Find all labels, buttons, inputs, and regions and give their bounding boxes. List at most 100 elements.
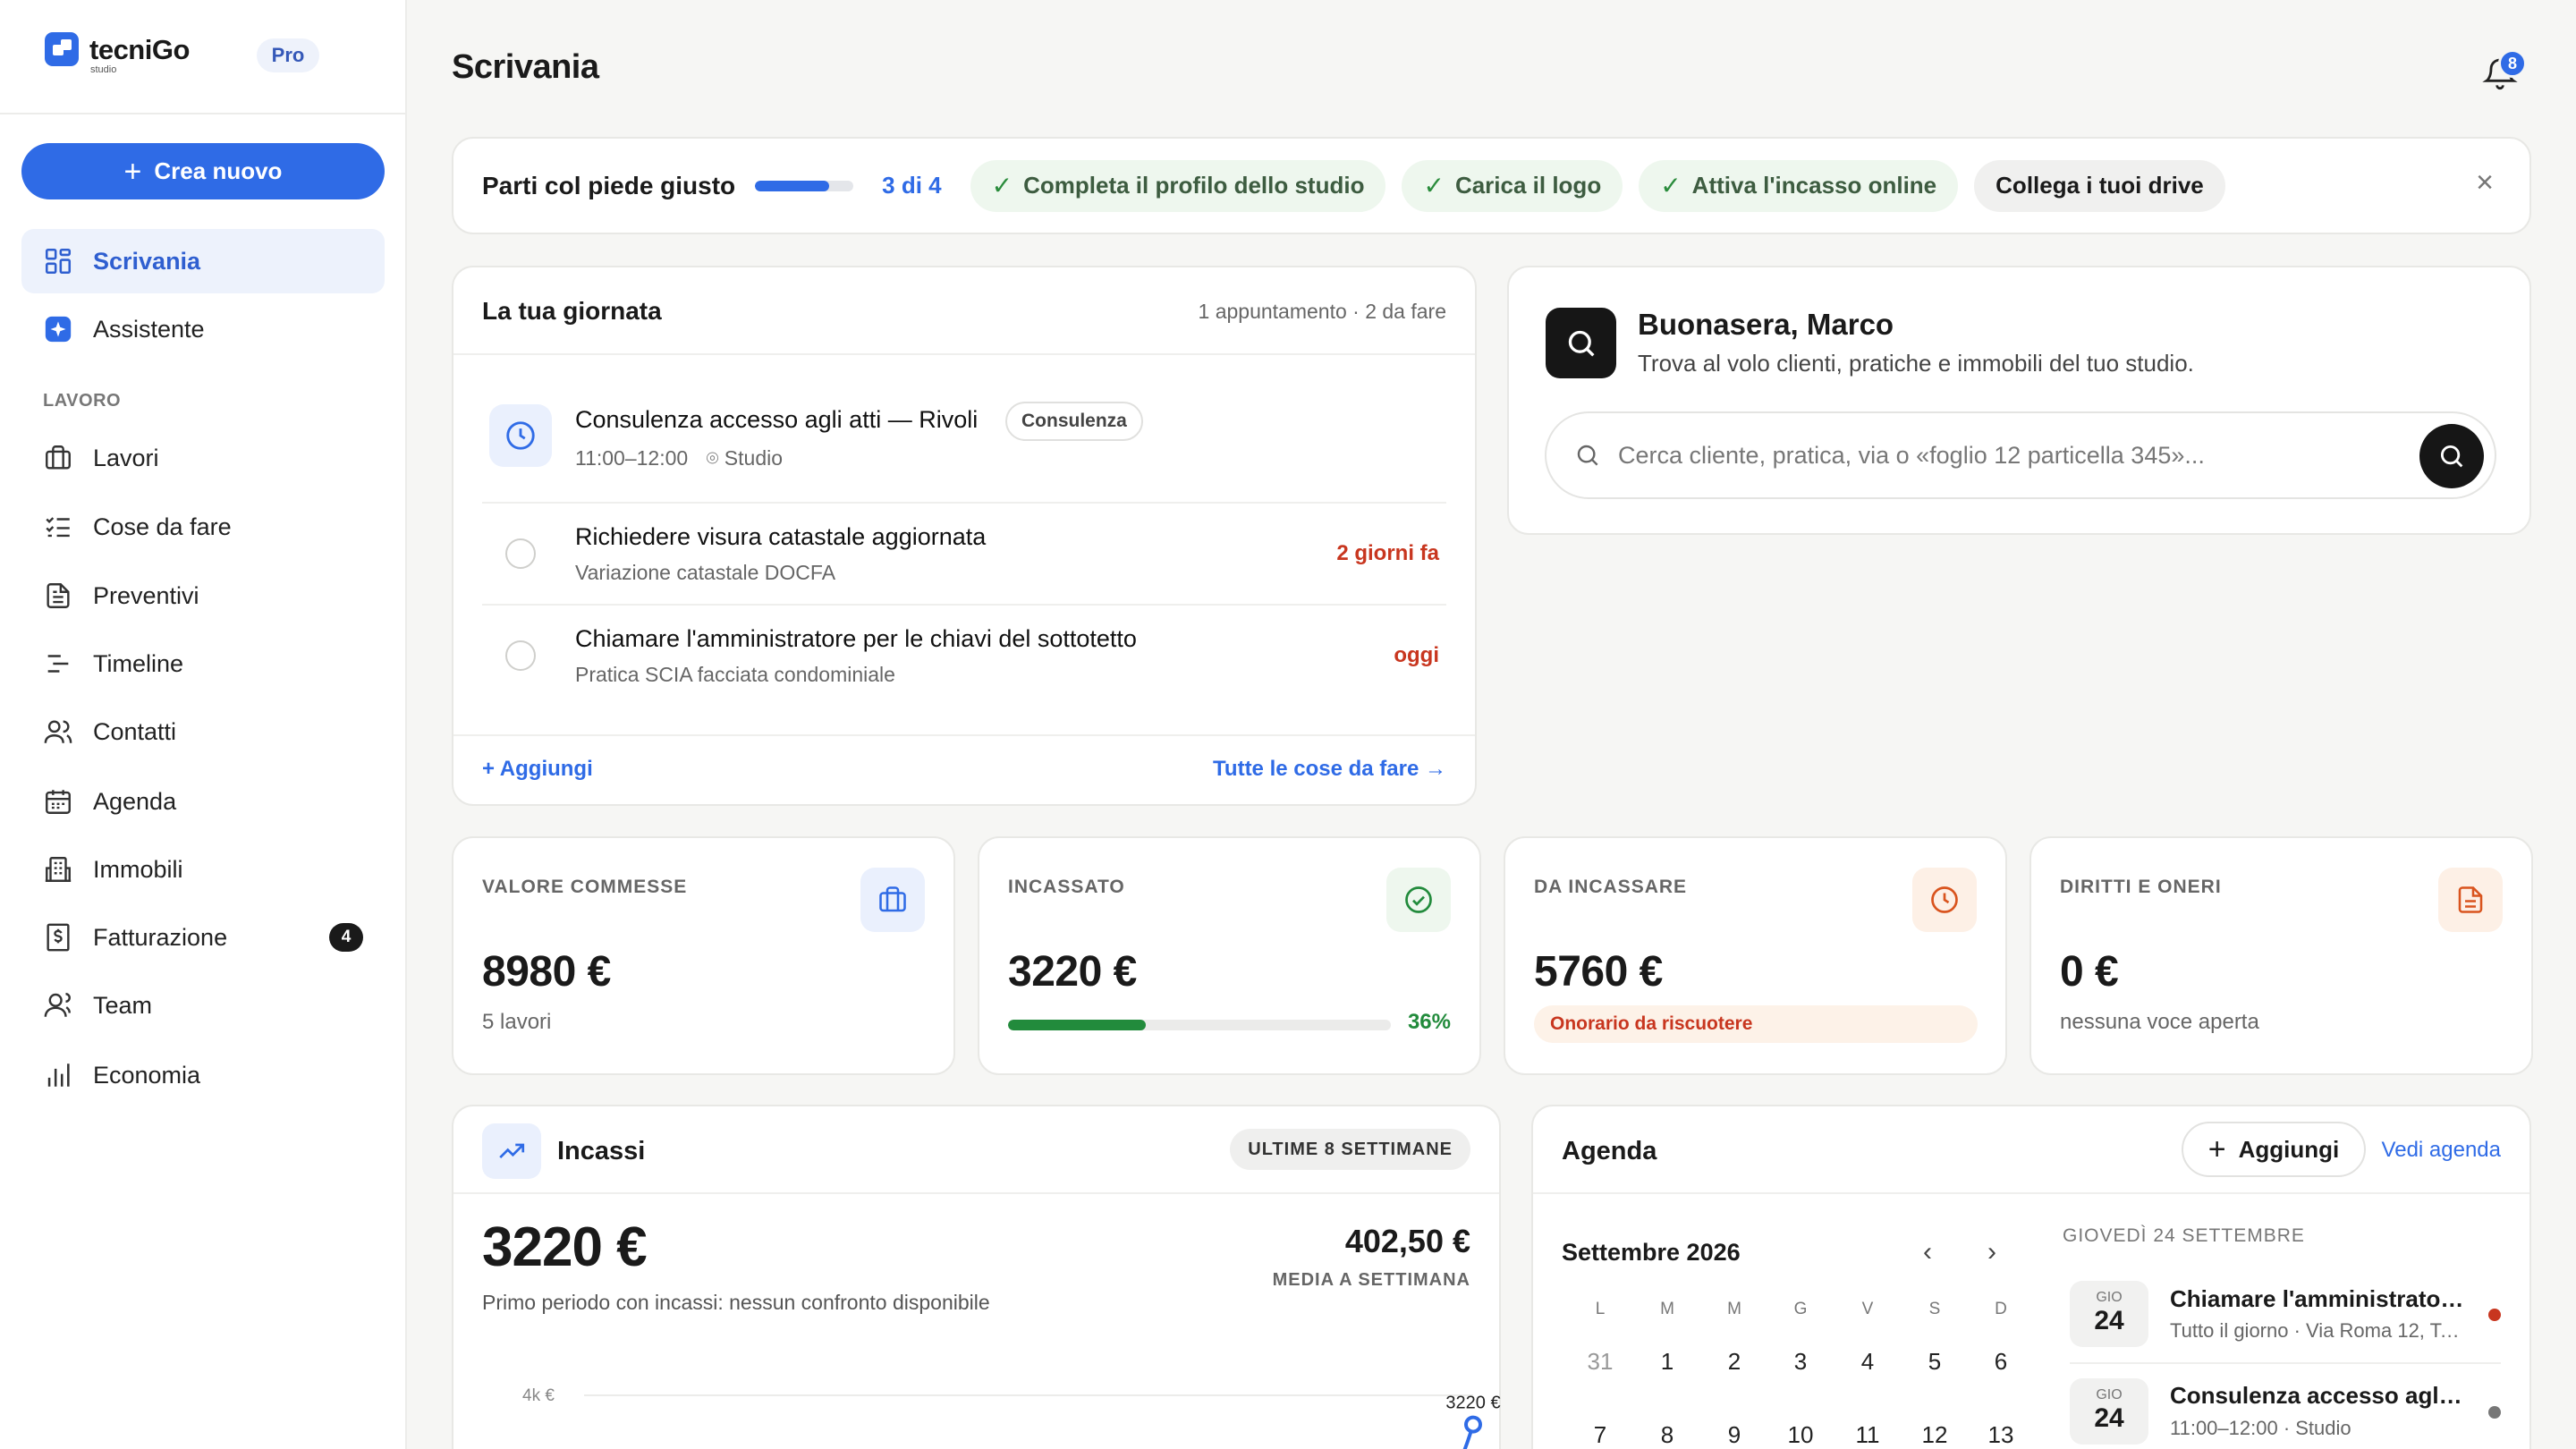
- sidebar-item-label: Scrivania: [93, 247, 201, 275]
- sidebar-item-label: Immobili: [93, 855, 183, 883]
- calendar-day[interactable]: 9: [1713, 1421, 1756, 1449]
- calendar-day[interactable]: 12: [1913, 1421, 1956, 1449]
- onboarding-card: Parti col piede giusto 3 di 4 ✓ Completa …: [452, 137, 2531, 234]
- calendar-day[interactable]: 5: [1913, 1348, 1956, 1376]
- onboarding-step-label: Collega i tuoi drive: [1996, 172, 2204, 199]
- agenda-add-button[interactable]: + Aggiungi: [2182, 1122, 2366, 1177]
- invoice-icon: [47, 923, 70, 952]
- plus-icon: +: [2207, 1132, 2226, 1166]
- onboarding-step-label: Completa il profilo dello studio: [1023, 172, 1365, 199]
- calendar-weekday: G: [1793, 1300, 1808, 1318]
- divider: [1533, 1192, 2529, 1194]
- brand-sub: studio: [90, 64, 117, 75]
- onboarding-step-logo[interactable]: ✓ Carica il logo: [1402, 159, 1623, 212]
- sidebar-item-label: Economia: [93, 1061, 201, 1089]
- chart-series: 3220 €: [1445, 1394, 1501, 1449]
- event-subtitle: Tutto il giorno · Via Roma 12, Torino: [2170, 1319, 2465, 1342]
- sidebar-divider: [0, 113, 405, 114]
- search-input[interactable]: [1618, 441, 2405, 470]
- event-title[interactable]: Chiamare l'amministratore per le chiavi …: [2170, 1285, 2465, 1313]
- calendar-month: Settembre 2026: [1562, 1239, 1741, 1266]
- sidebar-item-fatturazione[interactable]: Fatturazione 4: [21, 905, 385, 970]
- sidebar-item-contatti[interactable]: Contatti: [21, 699, 385, 764]
- sidebar-item-preventivi[interactable]: Preventivi: [21, 564, 385, 628]
- all-tasks-link[interactable]: Tutte le cose da fare →: [1213, 757, 1446, 782]
- onboarding-step-payments[interactable]: ✓ Attiva l'incasso online: [1639, 159, 1959, 212]
- calendar-day[interactable]: 31: [1579, 1348, 1622, 1376]
- calendar-day[interactable]: 2: [1713, 1348, 1756, 1376]
- sidebar-item-lavori[interactable]: Lavori: [21, 426, 385, 490]
- nav-section-label: LAVORO: [43, 391, 122, 411]
- sidebar: tecniGo studio Pro + Crea nuovo Scrivani…: [0, 0, 407, 1449]
- add-task-link[interactable]: + Aggiungi: [482, 757, 593, 782]
- divider: [453, 353, 1475, 355]
- plus-icon: +: [123, 154, 142, 189]
- users-icon: [44, 720, 72, 743]
- calendar-day[interactable]: 7: [1579, 1421, 1622, 1449]
- stat-value: 3220 €: [1008, 948, 1137, 996]
- calendar-day[interactable]: 8: [1646, 1421, 1689, 1449]
- sidebar-item-immobili[interactable]: Immobili: [21, 837, 385, 902]
- sidebar-item-agenda[interactable]: Agenda: [21, 769, 385, 834]
- stat-value: 8980 €: [482, 948, 611, 996]
- brand[interactable]: tecniGo studio: [45, 32, 190, 75]
- sidebar-item-timeline[interactable]: Timeline: [21, 631, 385, 696]
- day-title: La tua giornata: [482, 297, 662, 325]
- calendar-weekday: S: [1928, 1300, 1941, 1318]
- greeting-card: Buonasera, Marco Trova al volo clienti, …: [1507, 266, 2531, 535]
- task-title[interactable]: Richiedere visura catastale aggiornata: [575, 523, 986, 551]
- sidebar-item-assistente[interactable]: Assistente: [21, 297, 385, 361]
- y-tick-label: 4k €: [522, 1386, 555, 1405]
- calendar-day[interactable]: 1: [1646, 1348, 1689, 1376]
- event-subtitle: 11:00–12:00 · Studio: [2170, 1417, 2351, 1439]
- greeting-title: Buonasera, Marco: [1638, 308, 1894, 341]
- stat-percent: 36%: [1407, 1010, 1451, 1034]
- appointment-title[interactable]: Consulenza accesso agli atti — Rivoli: [575, 406, 978, 434]
- appointment-place: Studio: [724, 446, 784, 470]
- sidebar-item-label: Fatturazione: [93, 923, 228, 951]
- calendar-day[interactable]: 11: [1846, 1421, 1889, 1449]
- calendar-day[interactable]: 6: [1979, 1348, 2022, 1376]
- event-date-box: GIO 24: [2070, 1281, 2148, 1347]
- onboarding-step-profile[interactable]: ✓ Completa il profilo dello studio: [970, 159, 1386, 212]
- briefcase-icon: [860, 868, 925, 932]
- sidebar-item-label: Assistente: [93, 315, 205, 343]
- chevron-left-icon[interactable]: ‹: [1923, 1237, 1932, 1267]
- event-title[interactable]: Consulenza accesso agli atti — Rivoli: [2170, 1382, 2465, 1410]
- briefcase-icon: [46, 445, 71, 470]
- sidebar-item-label: Team: [93, 991, 153, 1019]
- calendar-day[interactable]: 10: [1779, 1421, 1822, 1449]
- sidebar-item-scrivania[interactable]: Scrivania: [21, 229, 385, 293]
- onboarding-step-label: Attiva l'incasso online: [1691, 172, 1937, 199]
- calendar-day[interactable]: 4: [1846, 1348, 1889, 1376]
- incassi-chart: 4k € 3220 €: [522, 1386, 1501, 1449]
- onboarding-step-drive[interactable]: Collega i tuoi drive: [1974, 159, 2225, 212]
- search-bar: [1545, 411, 2496, 499]
- task-title[interactable]: Chiamare l'amministratore per le chiavi …: [575, 625, 1137, 653]
- check-icon: ✓: [1423, 172, 1445, 199]
- chevron-right-icon[interactable]: ›: [1987, 1237, 1996, 1267]
- sidebar-item-cose-da-fare[interactable]: Cose da fare: [21, 495, 385, 559]
- task-checkbox[interactable]: [505, 640, 536, 671]
- event-month: GIO: [2096, 1290, 2123, 1305]
- sidebar-item-label: Preventivi: [93, 581, 199, 609]
- incassi-range[interactable]: ULTIME 8 SETTIMANE: [1230, 1129, 1470, 1170]
- task-subtitle: Variazione catastale DOCFA: [575, 561, 836, 584]
- sidebar-item-economia[interactable]: Economia: [21, 1043, 385, 1107]
- calendar-day[interactable]: 3: [1779, 1348, 1822, 1376]
- view-agenda-link[interactable]: Vedi agenda: [2382, 1138, 2501, 1163]
- stat-progress-fill: [1008, 1020, 1147, 1030]
- stat-progress: [1008, 1020, 1391, 1030]
- calendar-weekday: L: [1595, 1300, 1606, 1318]
- event-day: 24: [2094, 1306, 2124, 1335]
- calendar-day[interactable]: 13: [1979, 1421, 2022, 1449]
- task-checkbox[interactable]: [505, 538, 536, 569]
- search-icon: [1546, 308, 1616, 378]
- create-new-button[interactable]: + Crea nuovo: [21, 143, 385, 199]
- close-icon[interactable]: ×: [2476, 167, 2494, 198]
- stat-card-incassato: INCASSATO 3220 € 36%: [978, 836, 1481, 1075]
- calendar-weekday: M: [1660, 1300, 1674, 1318]
- search-button[interactable]: [2419, 424, 2484, 488]
- sidebar-item-team[interactable]: Team: [21, 973, 385, 1038]
- search-icon: [2440, 445, 2463, 468]
